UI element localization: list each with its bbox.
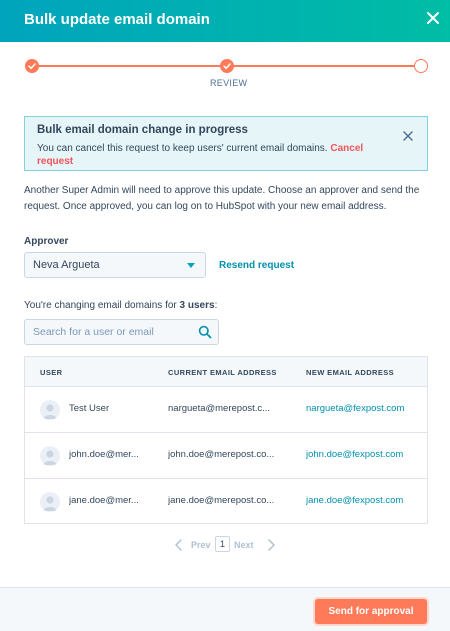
user-avatar-icon — [43, 404, 57, 419]
close-icon[interactable] — [424, 9, 442, 27]
prev-page-button[interactable]: Prev — [191, 540, 211, 550]
step-3-pending — [414, 59, 428, 73]
approver-selected-value: Neva Argueta — [33, 259, 100, 271]
row-user: john.doe@mer... — [69, 449, 139, 460]
chevron-right-icon[interactable] — [268, 539, 275, 551]
row-user: jane.doe@mer... — [69, 495, 139, 506]
approval-description: Another Super Admin will need to approve… — [24, 185, 420, 212]
approver-select[interactable]: Neva Argueta — [24, 252, 206, 278]
user-count: 3 users — [179, 300, 215, 311]
row-current-email: john.doe@merepost.co... — [168, 449, 275, 460]
progress-stepper: REVIEW — [24, 58, 428, 90]
change-summary-suffix: : — [214, 300, 218, 311]
row-new-email: jane.doe@fexpost.com — [306, 495, 404, 506]
avatar — [40, 400, 60, 420]
users-table: USER CURRENT EMAIL ADDRESS NEW EMAIL ADD… — [24, 356, 428, 524]
step-connector — [227, 65, 421, 67]
caret-down-icon — [187, 263, 195, 268]
row-user: Test User — [69, 403, 110, 414]
search-icon[interactable] — [198, 325, 212, 339]
alert-title: Bulk email domain change in progress — [37, 124, 248, 136]
current-page-number[interactable]: 1 — [215, 536, 230, 552]
info-alert: Bulk email domain change in progress You… — [24, 116, 428, 171]
current-step-label: REVIEW — [210, 78, 248, 88]
avatar — [40, 492, 60, 512]
check-icon — [28, 63, 36, 70]
table-row: jane.doe@mer... jane.doe@merepost.co... … — [25, 479, 427, 525]
change-summary-prefix: You're changing email domains for — [24, 300, 177, 311]
chevron-left-icon[interactable] — [175, 539, 182, 551]
column-header-new-email: NEW EMAIL ADDRESS — [306, 368, 395, 377]
search-box — [24, 319, 219, 345]
avatar — [40, 446, 60, 466]
next-page-button[interactable]: Next — [234, 540, 254, 550]
change-summary: You're changing email domains for 3 user… — [24, 300, 217, 311]
alert-text: You can cancel this request to keep user… — [37, 142, 367, 168]
pagination: Prev 1 Next — [172, 536, 282, 554]
column-header-current-email: CURRENT EMAIL ADDRESS — [168, 368, 277, 377]
user-avatar-icon — [43, 496, 57, 511]
row-current-email: nargueta@merepost.c... — [168, 403, 271, 414]
search-input[interactable] — [25, 320, 193, 344]
dialog-title: Bulk update email domain — [24, 11, 210, 28]
step-connector — [32, 65, 227, 67]
step-1-complete — [25, 59, 39, 73]
row-new-email: john.doe@fexpost.com — [306, 449, 404, 460]
resend-request-button[interactable]: Resend request — [219, 260, 294, 271]
alert-message: You can cancel this request to keep user… — [37, 143, 328, 154]
row-current-email: jane.doe@merepost.co... — [168, 495, 275, 506]
close-icon[interactable] — [402, 130, 414, 142]
table-row: Test User nargueta@merepost.c... narguet… — [25, 387, 427, 433]
dialog-header: Bulk update email domain — [0, 0, 450, 42]
table-row: john.doe@mer... john.doe@merepost.co... … — [25, 433, 427, 479]
check-icon — [223, 63, 231, 70]
send-for-approval-button[interactable]: Send for approval — [315, 599, 427, 624]
column-header-user: USER — [40, 368, 63, 377]
row-new-email: nargueta@fexpost.com — [306, 403, 405, 414]
step-2-complete — [220, 59, 234, 73]
approver-label: Approver — [24, 236, 69, 247]
table-header: USER CURRENT EMAIL ADDRESS NEW EMAIL ADD… — [25, 357, 427, 387]
user-avatar-icon — [43, 450, 57, 465]
